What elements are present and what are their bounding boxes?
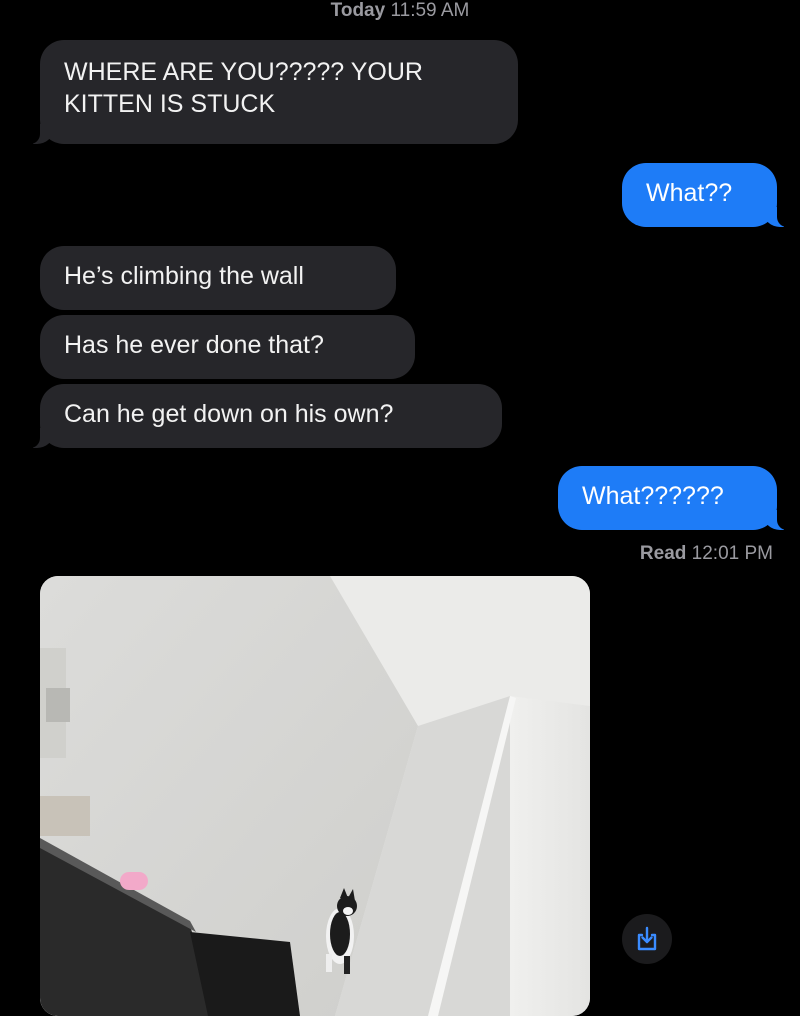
download-to-box-icon [637,926,657,951]
outgoing-message-bubble[interactable]: What?? [622,163,793,227]
message-text-line: WHERE ARE YOU????? YOUR [64,58,423,86]
read-receipt: Read 12:01 PM [640,543,773,565]
message-text: What?????? [582,482,724,510]
read-receipt-time: 12:01 PM [691,543,773,564]
outgoing-message-bubble[interactable]: What?????? [558,466,793,530]
kitten-on-wall-photo [40,576,590,1016]
message-text: Has he ever done that? [64,331,324,359]
message-text-line: KITTEN IS STUCK [64,90,276,118]
photo-attachment[interactable] [40,576,590,1016]
incoming-message-bubble[interactable]: WHERE ARE YOU????? YOUR KITTEN IS STUCK [24,40,518,144]
message-text: What?? [646,179,733,207]
timestamp-time: 11:59 AM [390,0,470,21]
incoming-message-bubble[interactable]: He’s climbing the wall [40,246,396,310]
save-photo-button[interactable] [622,914,672,964]
message-text: Can he get down on his own? [64,400,394,428]
right-pillar [510,696,590,1016]
wall-switch-panel [46,688,70,722]
conversation-timestamp: Today 11:59 AM [0,0,800,22]
message-text: He’s climbing the wall [64,262,304,290]
poster [40,796,90,836]
doorway [190,932,300,1016]
incoming-message-bubble[interactable]: Can he get down on his own? [24,384,502,448]
timestamp-day: Today [330,0,386,21]
read-receipt-label: Read [639,543,687,564]
incoming-message-bubble[interactable]: Has he ever done that? [40,315,415,379]
pink-item [120,872,148,890]
